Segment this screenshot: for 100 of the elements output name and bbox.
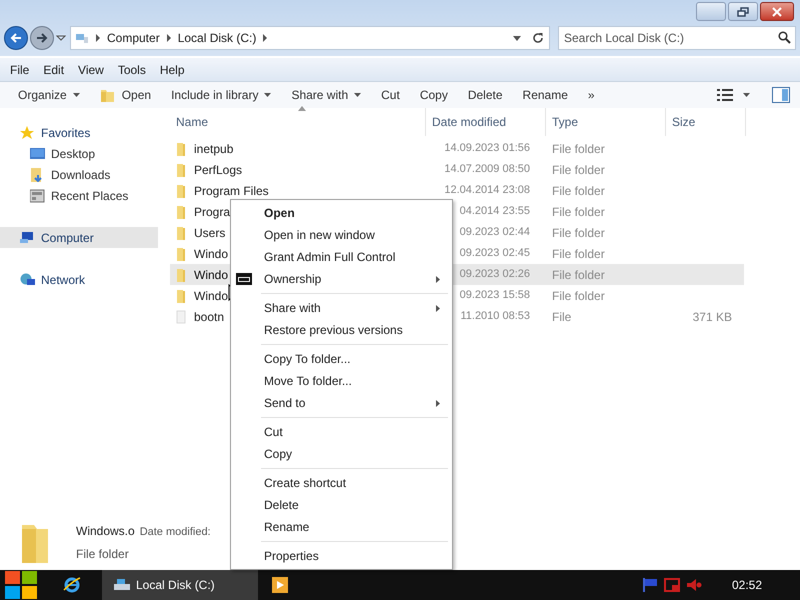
sidebar-item[interactable]: Recent Places bbox=[0, 185, 158, 206]
type-cell: File folder bbox=[552, 204, 605, 218]
star-icon bbox=[20, 126, 35, 140]
sidebar-item[interactable]: Downloads bbox=[0, 164, 158, 185]
context-menu-item[interactable]: Restore previous versions bbox=[231, 319, 452, 341]
display-icon bbox=[664, 578, 680, 592]
context-menu-item[interactable]: Open in new window bbox=[231, 224, 452, 246]
toolbar-button[interactable]: Organize bbox=[8, 84, 90, 106]
recent-icon bbox=[30, 188, 45, 202]
toolbar-button[interactable]: Rename bbox=[512, 84, 578, 106]
column-header[interactable]: Size bbox=[666, 108, 746, 136]
submenu-arrow-icon bbox=[436, 400, 440, 406]
play-icon bbox=[272, 577, 288, 593]
preview-pane-button[interactable] bbox=[772, 87, 790, 103]
breadcrumb[interactable]: Computer bbox=[107, 29, 160, 47]
file-name[interactable]: Users bbox=[194, 224, 226, 242]
toolbar-button[interactable]: Copy bbox=[410, 84, 458, 106]
dropdown-icon bbox=[513, 36, 521, 40]
toolbar-button[interactable]: » bbox=[578, 84, 605, 106]
toolbar-button[interactable]: Include in library bbox=[161, 84, 282, 106]
network-icon bbox=[20, 272, 35, 286]
column-header[interactable]: Date modified bbox=[426, 108, 546, 136]
folder-icon bbox=[100, 87, 116, 103]
context-menu-item[interactable]: Create shortcut bbox=[231, 472, 452, 494]
close-icon bbox=[772, 6, 782, 16]
file-name[interactable]: Program Files bbox=[194, 182, 269, 200]
flag-icon bbox=[642, 578, 658, 592]
context-menu-item[interactable]: Grant Admin Full Control bbox=[231, 246, 452, 268]
chevron-right-icon bbox=[95, 34, 101, 42]
context-menu-item[interactable]: Rename bbox=[231, 516, 452, 538]
file-name[interactable]: inetpub bbox=[194, 140, 234, 158]
context-menu-item[interactable]: Cut bbox=[231, 421, 452, 443]
context-menu-item[interactable]: Ownership bbox=[231, 268, 452, 290]
sidebar-item[interactable]: Favorites bbox=[0, 122, 158, 143]
sidebar-item[interactable]: Desktop bbox=[0, 143, 158, 164]
arrow-left-icon bbox=[10, 32, 22, 44]
date-cell-text: 09.2023 02:44 bbox=[460, 225, 530, 240]
date-cell-text: 11.2010 08:53 bbox=[460, 309, 530, 324]
details-type: File folder bbox=[76, 546, 130, 563]
arrow-right-icon bbox=[36, 32, 48, 44]
date-cell-text: 14.07.2009 08:50 bbox=[444, 162, 530, 178]
toolbar-button[interactable]: Open bbox=[90, 84, 162, 106]
menu-item[interactable]: View bbox=[71, 60, 111, 78]
caret-icon bbox=[72, 93, 80, 97]
explorer-taskbar-button[interactable]: Local Disk (C:) bbox=[102, 570, 258, 600]
file-icon bbox=[176, 310, 186, 324]
folder-icon bbox=[176, 204, 186, 218]
toolbar-button[interactable]: Cut bbox=[371, 84, 410, 106]
context-menu-item[interactable]: Share with bbox=[231, 297, 452, 319]
sidebar-item[interactable]: Network bbox=[0, 269, 158, 290]
close-button[interactable] bbox=[760, 2, 794, 21]
type-cell: File folder bbox=[552, 288, 605, 302]
folder-icon bbox=[176, 268, 186, 282]
context-menu-item[interactable]: Delete bbox=[231, 494, 452, 516]
submenu-arrow-icon bbox=[436, 276, 440, 282]
file-name[interactable]: PerfLogs bbox=[194, 160, 242, 178]
context-menu-item[interactable]: Move To folder... bbox=[231, 370, 452, 392]
chevron-right-icon bbox=[262, 34, 268, 42]
column-header[interactable]: Type bbox=[546, 108, 666, 136]
submenu-arrow-icon bbox=[436, 304, 440, 312]
search-field[interactable]: Search Local Disk (C:) bbox=[558, 26, 796, 50]
file-name[interactable]: bootn bbox=[194, 308, 224, 326]
forward-button[interactable] bbox=[30, 26, 54, 50]
file-name[interactable]: Windo bbox=[194, 286, 228, 304]
search-icon bbox=[778, 31, 791, 44]
context-menu-item[interactable]: Send to bbox=[231, 392, 452, 414]
clock: 02:52 bbox=[732, 577, 762, 594]
folder-icon bbox=[176, 226, 186, 240]
menu-item[interactable]: Tools bbox=[110, 60, 153, 78]
toolbar-button[interactable]: Share with bbox=[281, 84, 372, 106]
refresh-icon bbox=[532, 32, 544, 44]
file-name[interactable]: Progra bbox=[194, 202, 230, 220]
sort-arrow-icon bbox=[298, 106, 306, 111]
browser-icon bbox=[63, 576, 81, 594]
date-cell-text: 04.2014 23:55 bbox=[460, 204, 530, 220]
context-menu-item[interactable]: Copy To folder... bbox=[231, 348, 452, 370]
menu-item[interactable]: Help bbox=[152, 60, 192, 78]
file-name[interactable]: Windo bbox=[194, 244, 228, 262]
menu-item[interactable]: Edit bbox=[36, 60, 72, 78]
type-cell: File bbox=[552, 310, 572, 324]
restore-button[interactable] bbox=[728, 2, 758, 21]
context-menu-item[interactable]: Copy bbox=[231, 443, 452, 465]
column-header[interactable]: Name bbox=[170, 108, 426, 136]
back-button[interactable] bbox=[4, 26, 28, 50]
context-menu-item[interactable]: Properties bbox=[231, 545, 452, 567]
address-bar[interactable]: Computer Local Disk (C:) bbox=[70, 26, 550, 50]
date-cell-text: 12.04.2014 23:08 bbox=[444, 183, 530, 198]
menu-item[interactable]: File bbox=[3, 60, 36, 78]
caret-icon bbox=[354, 93, 362, 97]
folder-icon bbox=[176, 288, 186, 302]
context-menu-item[interactable]: Open bbox=[231, 202, 452, 224]
history-dropdown-button[interactable] bbox=[56, 33, 66, 43]
type-cell: File folder bbox=[552, 162, 605, 176]
type-cell: File folder bbox=[552, 142, 605, 156]
computer-icon bbox=[75, 32, 89, 44]
sidebar-item[interactable]: Computer bbox=[0, 227, 158, 248]
drive-icon bbox=[114, 579, 130, 591]
command-prompt-icon bbox=[236, 273, 252, 285]
breadcrumb[interactable]: Local Disk (C:) bbox=[178, 29, 256, 47]
toolbar-button[interactable]: Delete bbox=[458, 84, 513, 106]
